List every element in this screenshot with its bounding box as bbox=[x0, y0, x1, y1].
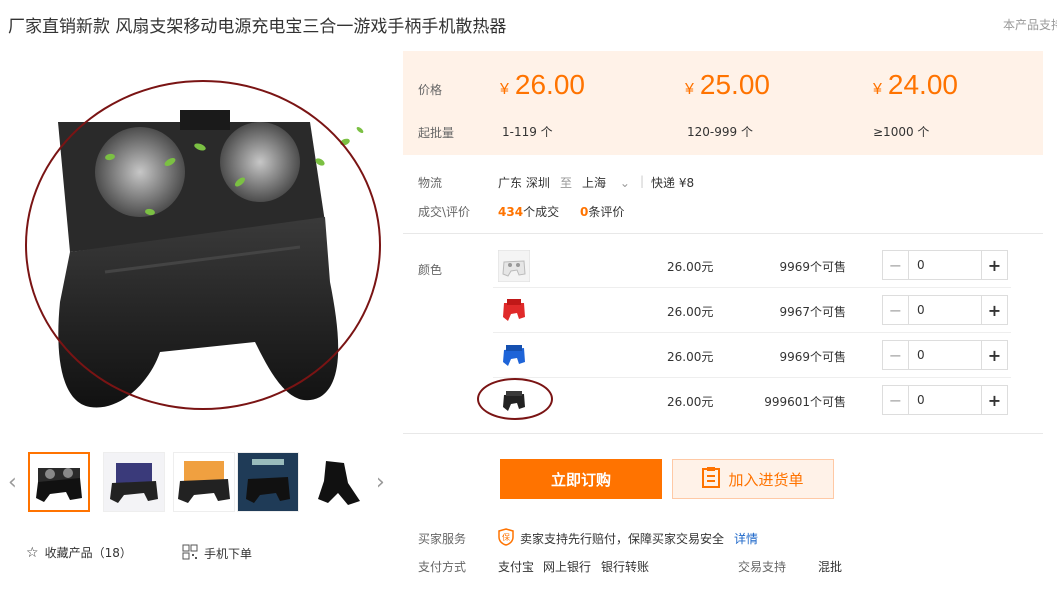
quantity-stepper: − + bbox=[882, 385, 1008, 415]
decrease-button[interactable]: − bbox=[883, 251, 909, 279]
product-title: 厂家直销新款 风扇支架移动电源充电宝三合一游戏手柄手机散热器 bbox=[8, 17, 507, 37]
logistics-label: 物流 bbox=[418, 176, 443, 190]
thumbnail-4[interactable] bbox=[237, 452, 299, 512]
review-count-group[interactable]: 0条评价 bbox=[580, 203, 624, 220]
decrease-button[interactable]: − bbox=[883, 386, 909, 414]
sku-row: 26.00元 999601个可售 − + bbox=[403, 378, 1043, 423]
sku-price: 26.00元 bbox=[667, 305, 714, 319]
sku-stock: 999601个可售 bbox=[764, 395, 846, 409]
quantity-input[interactable] bbox=[909, 296, 981, 324]
svg-text:保: 保 bbox=[502, 532, 510, 542]
decrease-button[interactable]: − bbox=[883, 296, 909, 324]
range-tier-3: ≥1000 个 bbox=[873, 125, 930, 139]
deals-label: 成交\评价 bbox=[418, 205, 471, 219]
mobile-order-label: 手机下单 bbox=[204, 547, 253, 561]
support-note: 本产品支持 bbox=[1003, 18, 1057, 32]
star-icon: ☆ bbox=[26, 544, 39, 561]
sku-row: 26.00元 9969个可售 − + bbox=[403, 333, 1043, 378]
sku-thumb-black[interactable] bbox=[498, 385, 530, 417]
ship-to-word: 至 bbox=[560, 176, 573, 190]
sku-stock: 9969个可售 bbox=[779, 260, 846, 274]
increase-button[interactable]: + bbox=[981, 296, 1007, 324]
divider-bar: | bbox=[640, 174, 645, 188]
quantity-input[interactable] bbox=[909, 341, 981, 369]
moq-label: 起批量 bbox=[418, 126, 455, 140]
range-tier-1: 1-119 个 bbox=[502, 125, 553, 139]
quantity-input[interactable] bbox=[909, 386, 981, 414]
add-to-cart-label: 加入进货单 bbox=[728, 470, 804, 489]
increase-button[interactable]: + bbox=[981, 251, 1007, 279]
shipping-fee: 快递 ¥8 bbox=[651, 176, 695, 190]
thumbnail-strip: ‹ › bbox=[8, 452, 393, 512]
payment-method: 支付宝 bbox=[498, 560, 535, 574]
thumbnail-5[interactable] bbox=[307, 452, 369, 512]
thumb-next-icon[interactable]: › bbox=[376, 470, 385, 495]
payment-label: 支付方式 bbox=[418, 560, 467, 574]
add-to-cart-button[interactable]: 加入进货单 bbox=[672, 459, 834, 499]
review-suffix: 条评价 bbox=[588, 205, 625, 219]
clipboard-icon bbox=[702, 466, 721, 492]
trade-support-value: 混批 bbox=[818, 560, 843, 574]
sku-price: 26.00元 bbox=[667, 350, 714, 364]
sku-stock: 9967个可售 bbox=[779, 305, 846, 319]
service-detail-link[interactable]: 详情 bbox=[734, 530, 758, 547]
quantity-stepper: − + bbox=[882, 295, 1008, 325]
service-info: 保 卖家支持先行赔付，保障买家交易安全 详情 bbox=[498, 528, 758, 549]
sku-row: 26.00元 9967个可售 − + bbox=[403, 288, 1043, 333]
deal-count: 434 bbox=[498, 205, 524, 219]
sku-price: 26.00元 bbox=[667, 395, 714, 409]
increase-button[interactable]: + bbox=[981, 386, 1007, 414]
favorite-button[interactable]: ☆ 收藏产品（18） bbox=[26, 544, 132, 561]
deal-suffix: 个成交 bbox=[523, 205, 560, 219]
sku-thumb-red[interactable] bbox=[498, 295, 530, 327]
payment-method: 银行转账 bbox=[601, 560, 650, 574]
service-label: 买家服务 bbox=[418, 532, 467, 546]
service-text: 卖家支持先行赔付，保障买家交易安全 bbox=[520, 532, 725, 546]
decrease-button[interactable]: − bbox=[883, 341, 909, 369]
mobile-order-button[interactable]: 手机下单 bbox=[182, 544, 252, 563]
price-tier-2: ¥25.00 bbox=[685, 69, 770, 100]
ship-from: 广东 深圳 bbox=[498, 176, 550, 190]
range-tier-2: 120-999 个 bbox=[687, 125, 753, 139]
sku-stock: 9969个可售 bbox=[779, 350, 846, 364]
favorite-label: 收藏产品（18） bbox=[44, 546, 132, 560]
increase-button[interactable]: + bbox=[981, 341, 1007, 369]
thumb-prev-icon[interactable]: ‹ bbox=[8, 470, 17, 495]
quantity-stepper: − + bbox=[882, 340, 1008, 370]
price-label: 价格 bbox=[418, 83, 443, 97]
ship-to-value: 上海 bbox=[582, 176, 607, 190]
quantity-input[interactable] bbox=[909, 251, 981, 279]
deal-count-group[interactable]: 434个成交 bbox=[498, 203, 559, 220]
quantity-stepper: − + bbox=[882, 250, 1008, 280]
sku-price: 26.00元 bbox=[667, 260, 714, 274]
main-product-image[interactable] bbox=[0, 52, 395, 432]
trade-support-label: 交易支持 bbox=[738, 560, 787, 574]
order-now-button[interactable]: 立即订购 bbox=[500, 459, 662, 499]
sku-row: 26.00元 9969个可售 − + bbox=[403, 243, 1043, 288]
section-divider-2 bbox=[403, 433, 1043, 434]
chevron-down-icon: ⌄ bbox=[619, 176, 630, 190]
payment-method: 网上银行 bbox=[543, 560, 592, 574]
qr-code-icon bbox=[182, 544, 198, 563]
shield-guarantee-icon: 保 bbox=[498, 528, 514, 549]
price-panel: 价格 起批量 ¥26.00 ¥25.00 ¥24.00 1-119 个 120-… bbox=[403, 51, 1043, 155]
section-divider-1 bbox=[403, 233, 1043, 234]
price-tier-1: ¥26.00 bbox=[500, 69, 585, 100]
thumbnail-3[interactable] bbox=[173, 452, 235, 512]
sku-thumb-white[interactable] bbox=[497, 249, 531, 283]
price-tier-3: ¥24.00 bbox=[873, 69, 958, 100]
sku-thumb-blue[interactable] bbox=[498, 340, 530, 372]
thumbnail-1[interactable] bbox=[28, 452, 90, 512]
thumbnail-2[interactable] bbox=[103, 452, 165, 512]
ship-to-select[interactable]: 上海 ⌄ bbox=[582, 174, 630, 191]
